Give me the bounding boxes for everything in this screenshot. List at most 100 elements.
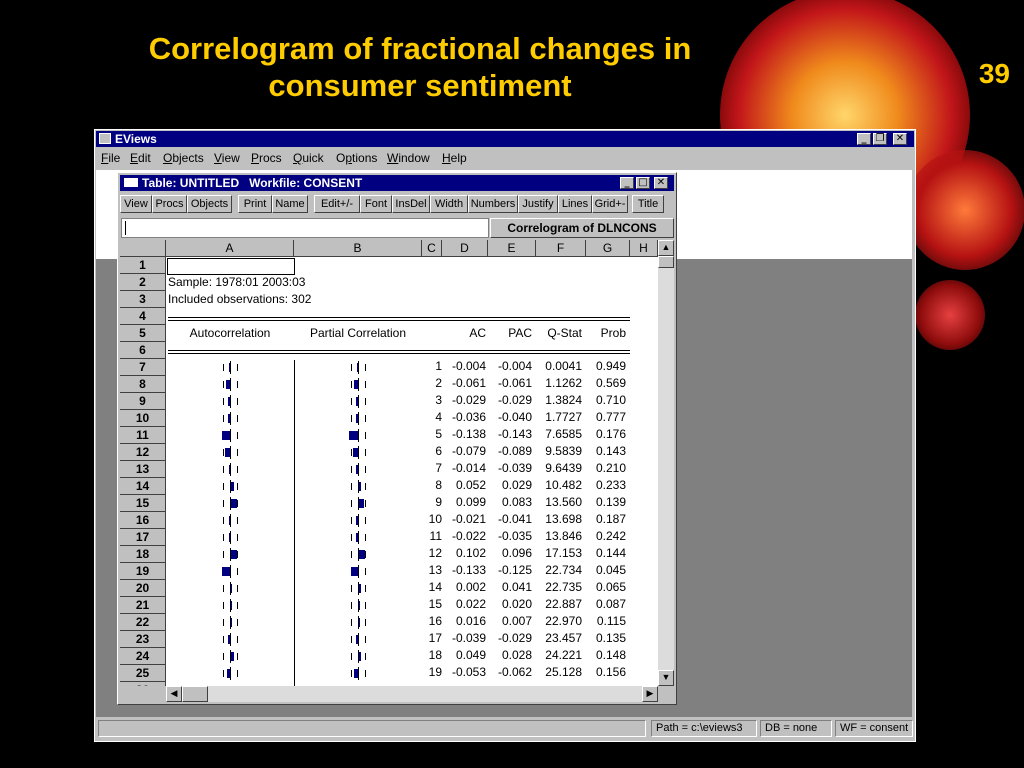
- column-header-e[interactable]: E: [488, 240, 536, 257]
- menu-file[interactable]: File: [101, 151, 120, 165]
- row-header[interactable]: 7: [120, 359, 166, 376]
- row-header[interactable]: 5: [120, 325, 166, 342]
- toolbar-procs-button[interactable]: Procs: [152, 195, 187, 213]
- menu-objects[interactable]: Objects: [163, 151, 204, 165]
- pac-value: -0.040: [497, 410, 532, 424]
- ac-value: -0.014: [451, 461, 486, 475]
- restore-button[interactable]: ❐: [873, 133, 887, 145]
- close-button[interactable]: ✕: [893, 133, 907, 145]
- correlogram-title: Correlogram of DLNCONS: [490, 218, 674, 238]
- column-header-d[interactable]: D: [442, 240, 488, 257]
- row-header[interactable]: 26: [120, 682, 166, 686]
- toolbar-lines-button[interactable]: Lines: [558, 195, 592, 213]
- scroll-left-button[interactable]: ◀: [166, 686, 182, 702]
- prob-value: 0.187: [595, 512, 626, 526]
- toolbar-edit-button[interactable]: Edit+/-: [314, 195, 360, 213]
- scroll-thumb[interactable]: [658, 256, 674, 268]
- cell-edit-field[interactable]: [121, 218, 489, 238]
- menu-help[interactable]: Help: [442, 151, 467, 165]
- row-header[interactable]: 23: [120, 631, 166, 648]
- table-maximize-button[interactable]: □: [636, 177, 650, 189]
- toolbar-justify-button[interactable]: Justify: [518, 195, 558, 213]
- vertical-scrollbar[interactable]: ▲ ▼: [658, 240, 674, 686]
- toolbar-insdel-button[interactable]: InsDel: [392, 195, 430, 213]
- toolbar-view-button[interactable]: View: [120, 195, 152, 213]
- partial-correlation-bound-tick: [364, 551, 366, 558]
- row-header[interactable]: 24: [120, 648, 166, 665]
- toolbar-grid-button[interactable]: Grid+-: [592, 195, 628, 213]
- scroll-down-button[interactable]: ▼: [658, 670, 674, 686]
- partial-correlation-bar: [359, 652, 361, 661]
- prob-value: 0.144: [595, 546, 626, 560]
- minimize-button[interactable]: _: [857, 133, 871, 145]
- table-toolbar: View Procs Objects Print Name Edit+/- Fo…: [120, 195, 674, 215]
- row-header[interactable]: 4: [120, 308, 166, 325]
- autocorrelation-bar: [231, 584, 232, 593]
- toolbar-font-button[interactable]: Font: [360, 195, 392, 213]
- prob-value: 0.233: [595, 478, 626, 492]
- rule-top-1: [168, 317, 630, 318]
- row-header[interactable]: 2: [120, 274, 166, 291]
- scroll-right-button[interactable]: ▶: [642, 686, 658, 702]
- row-header[interactable]: 21: [120, 597, 166, 614]
- row-header[interactable]: 6: [120, 342, 166, 359]
- table-minimize-button[interactable]: _: [620, 177, 634, 189]
- toolbar-print-button[interactable]: Print: [238, 195, 272, 213]
- row-header[interactable]: 11: [120, 427, 166, 444]
- slide-title: Correlogram of fractional changes in con…: [40, 30, 800, 104]
- scroll-up-button[interactable]: ▲: [658, 240, 674, 256]
- row-header[interactable]: 3: [120, 291, 166, 308]
- menu-procs[interactable]: Procs: [251, 151, 282, 165]
- decorative-orb-small: [915, 280, 985, 350]
- partial-correlation-zero-line: [358, 667, 359, 680]
- menu-view[interactable]: View: [214, 151, 240, 165]
- status-path: Path = c:\eviews3: [651, 720, 757, 737]
- grid-corner[interactable]: [120, 240, 166, 257]
- row-header[interactable]: 22: [120, 614, 166, 631]
- row-header[interactable]: 12: [120, 444, 166, 461]
- column-header-f[interactable]: F: [536, 240, 586, 257]
- partial-correlation-bound-tick: [351, 551, 353, 558]
- horizontal-scroll-thumb[interactable]: [182, 686, 208, 702]
- toolbar-objects-button[interactable]: Objects: [187, 195, 232, 213]
- prob-value: 0.569: [595, 376, 626, 390]
- row-header[interactable]: 13: [120, 461, 166, 478]
- prob-value: 0.176: [595, 427, 626, 441]
- partial-correlation-bar: [359, 601, 361, 610]
- toolbar-width-button[interactable]: Width: [430, 195, 468, 213]
- menu-window[interactable]: Window: [387, 151, 430, 165]
- autocorrelation-bound-tick: [223, 602, 225, 609]
- row-header[interactable]: 20: [120, 580, 166, 597]
- qstat-value: 22.735: [545, 580, 582, 594]
- menu-edit[interactable]: Edit: [130, 151, 151, 165]
- row-header[interactable]: 25: [120, 665, 166, 682]
- horizontal-scrollbar[interactable]: ◀ ▶: [166, 686, 658, 702]
- table-close-button[interactable]: ✕: [654, 177, 668, 189]
- row-header[interactable]: 19: [120, 563, 166, 580]
- row-header[interactable]: 14: [120, 478, 166, 495]
- autocorrelation-bar: [231, 652, 234, 661]
- qstat-value: 17.153: [545, 546, 582, 560]
- row-header[interactable]: 15: [120, 495, 166, 512]
- column-header-h[interactable]: H: [630, 240, 658, 257]
- row-header[interactable]: 8: [120, 376, 166, 393]
- column-header-g[interactable]: G: [586, 240, 630, 257]
- table-grid[interactable]: A B C D E F G H 1 2 3 4 5 6 7 8 9 10 11 12 13 14 15 16 1…: [120, 240, 658, 686]
- row-header[interactable]: 9: [120, 393, 166, 410]
- row-header[interactable]: 17: [120, 529, 166, 546]
- row-header[interactable]: 10: [120, 410, 166, 427]
- column-header-c[interactable]: C: [422, 240, 442, 257]
- toolbar-numbers-button[interactable]: Numbers: [468, 195, 518, 213]
- pac-value: -0.061: [497, 376, 532, 390]
- selected-cell-a1[interactable]: [167, 258, 295, 275]
- column-header-b[interactable]: B: [294, 240, 422, 257]
- menu-quick[interactable]: Quick: [293, 151, 324, 165]
- column-header-a[interactable]: A: [166, 240, 294, 257]
- toolbar-name-button[interactable]: Name: [272, 195, 308, 213]
- toolbar-title-button[interactable]: Title: [632, 195, 664, 213]
- row-header[interactable]: 16: [120, 512, 166, 529]
- row-header[interactable]: 1: [120, 257, 166, 274]
- menu-options[interactable]: Options: [336, 151, 377, 165]
- row-header[interactable]: 18: [120, 546, 166, 563]
- ac-value: -0.138: [451, 427, 486, 441]
